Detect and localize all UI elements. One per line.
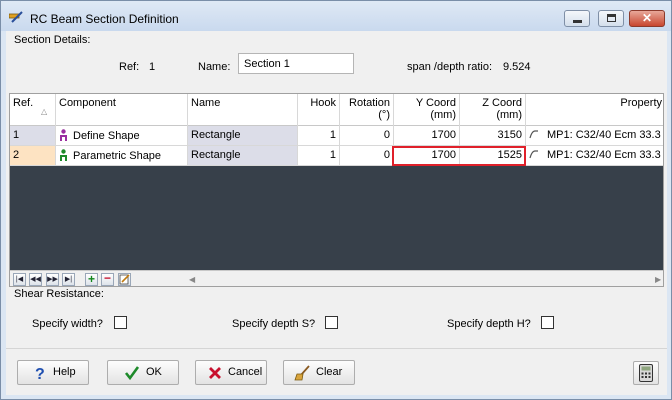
coord-highlight-box [392,146,526,166]
cancel-button[interactable]: Cancel [195,360,267,385]
purple-person-icon [60,129,67,141]
grid-navigator: |◀ ◀◀ ▶▶ ▶| + − ◀ ▶ [10,270,663,286]
cell-zcoord[interactable]: 3150 [460,126,526,145]
scroll-left-icon[interactable]: ◀ [189,275,195,284]
name-label: Name: [198,61,231,73]
close-icon: ✕ [641,11,653,25]
components-grid: Ref. △ Component Name Hook Rotation (°) Y… [9,93,664,287]
ref-value: 1 [149,61,156,73]
specify-width-checkbox[interactable] [114,316,127,329]
specify-depth-h-label: Specify depth H? [447,318,531,330]
specify-depth-h-checkbox[interactable] [541,316,554,329]
col-header-zcoord[interactable]: Z Coord (mm) [460,94,526,126]
scroll-right-icon[interactable]: ▶ [655,275,661,284]
col-header-name[interactable]: Name [188,94,298,126]
material-curve-icon [529,150,538,159]
cell-component[interactable]: Define Shape [56,126,188,145]
cell-hook[interactable]: 1 [298,146,340,165]
beam-pencil-icon [9,11,23,23]
help-icon: ? [35,366,45,381]
specify-depth-s-label: Specify depth S? [232,318,316,330]
broom-icon [294,365,310,381]
calculator-icon [639,364,653,382]
minimize-button[interactable] [564,10,590,27]
grid-header: Ref. △ Component Name Hook Rotation (°) Y… [10,94,663,126]
cell-hook[interactable]: 1 [298,126,340,145]
cell-rotation[interactable]: 0 [340,146,394,165]
close-button[interactable]: ✕ [629,10,665,27]
col-header-ycoord[interactable]: Y Coord (mm) [394,94,460,126]
calculator-button[interactable] [633,361,659,385]
table-row[interactable]: 1 Define Shape Rectangle 1 0 1700 3150 M… [10,126,663,146]
dialog-body: Section Details: Ref: 1 Name: Section 1 … [6,31,667,395]
col-header-ref[interactable]: Ref. △ [10,94,56,126]
cell-ref[interactable]: 1 [10,126,56,145]
cell-property[interactable]: MP1: C32/40 Ecm 33.3 [526,126,663,145]
sort-asc-icon: △ [41,107,48,116]
checkmark-icon [124,366,140,381]
cell-ref[interactable]: 2 [10,146,56,165]
delete-row-icon[interactable]: − [101,272,114,286]
clear-button[interactable]: Clear [283,360,355,385]
material-curve-icon [529,130,538,139]
ref-label: Ref: [119,61,140,73]
name-input[interactable]: Section 1 [238,53,354,74]
next-icon[interactable]: ▶▶ [46,273,59,286]
col-header-rotation[interactable]: Rotation (°) [340,94,394,126]
window-title: RC Beam Section Definition [30,12,179,26]
col-header-hook[interactable]: Hook [298,94,340,126]
cross-icon [209,367,221,379]
cell-rotation[interactable]: 0 [340,126,394,145]
first-icon[interactable]: |◀ [13,273,26,286]
title-bar[interactable]: RC Beam Section Definition ✕ [1,1,671,31]
maximize-button[interactable] [598,10,624,27]
help-button[interactable]: ? Help [17,360,89,385]
green-person-icon [60,149,67,161]
specify-width-label: Specify width? [32,318,103,330]
cell-property[interactable]: MP1: C32/40 Ecm 33.3 [526,146,663,165]
cell-component[interactable]: Parametric Shape [56,146,188,165]
last-icon[interactable]: ▶| [62,273,75,286]
span-depth-value: 9.524 [503,61,531,73]
cell-name[interactable]: Rectangle [188,146,298,165]
ok-button[interactable]: OK [107,360,179,385]
prev-icon[interactable]: ◀◀ [29,273,42,286]
maximize-icon [607,14,616,22]
cell-name[interactable]: Rectangle [188,126,298,145]
cell-ycoord[interactable]: 1700 [394,126,460,145]
edit-icon[interactable] [118,273,131,286]
col-header-property[interactable]: Property [526,94,663,126]
col-header-component[interactable]: Component [56,94,188,126]
dialog-window: RC Beam Section Definition ✕ Section Det… [0,0,672,400]
svg-text:?: ? [35,366,45,381]
span-depth-label: span /depth ratio: [407,61,493,73]
table-row[interactable]: 2 Parametric Shape Rectangle 1 0 1700 15… [10,146,663,166]
section-details-label: Section Details: [14,34,91,46]
button-bar: ? Help OK Cancel Clear [6,348,667,395]
minimize-icon [573,20,582,23]
specify-depth-s-checkbox[interactable] [325,316,338,329]
shear-resistance-label: Shear Resistance: [14,288,104,300]
add-row-icon[interactable]: + [85,273,98,286]
